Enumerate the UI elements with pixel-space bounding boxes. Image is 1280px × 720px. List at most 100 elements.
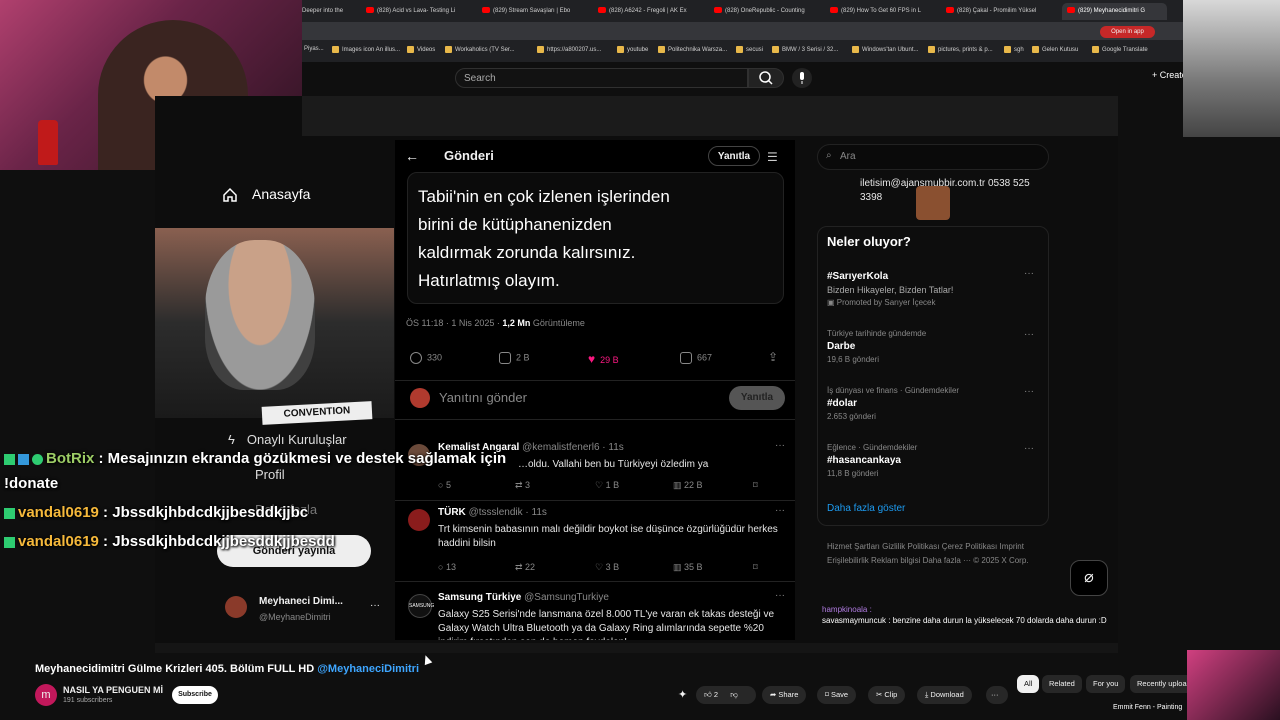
search-input[interactable]: Search: [455, 68, 748, 88]
moderator-badge-icon: [4, 453, 15, 465]
bookmark-icon: [680, 352, 692, 364]
sparkle-icon[interactable]: ✦: [678, 688, 687, 701]
like-count[interactable]: ♥ 29 B: [588, 352, 619, 366]
bookmark[interactable]: Google Translate: [1092, 46, 1148, 53]
chip-recently-uploaded[interactable]: Recently uploa: [1130, 675, 1194, 693]
reply-tweet[interactable]: TÜRK @tssslendik · 11s ··· Trt kimsenin …: [395, 505, 795, 582]
folder-icon: [332, 46, 339, 53]
folder-icon: [928, 46, 935, 53]
open-in-app-button[interactable]: Open in app: [1100, 26, 1155, 38]
search-icon: [759, 71, 773, 85]
reply-comment[interactable]: ○ 13: [438, 562, 456, 572]
browser-tab[interactable]: (828) OneRepublic - Counting: [714, 3, 824, 20]
bookmark[interactable]: Politechnika Warsza...: [658, 46, 727, 53]
youtube-icon: [366, 7, 374, 14]
download-button[interactable]: ⤓ Download: [917, 686, 972, 704]
bookmark-count[interactable]: 667: [680, 352, 712, 364]
reply-input[interactable]: Yanıtını gönder: [439, 390, 527, 405]
bookmark[interactable]: pictures, prints & p...: [928, 46, 993, 53]
bookmark[interactable]: Gelen Kutusu: [1032, 46, 1078, 53]
bookmark[interactable]: https://a800207.us...: [537, 46, 601, 53]
mic-icon: [800, 72, 804, 84]
sidebar-item-verified-orgs[interactable]: ϟ Onaylı Kuruluşlar: [228, 432, 347, 447]
stat-value: 35 B: [684, 562, 703, 572]
subscribe-button[interactable]: Subscribe: [172, 686, 218, 704]
sidebar-item-profile[interactable]: Profil: [255, 467, 285, 482]
more-actions-button[interactable]: ···: [986, 686, 1008, 704]
more-icon[interactable]: ···: [1024, 329, 1034, 340]
bookmark[interactable]: Workaholics (TV Ser...: [445, 46, 515, 53]
clip-button[interactable]: ✂ Clip: [868, 686, 906, 704]
bookmark[interactable]: youtube: [617, 46, 648, 53]
reply-button-top[interactable]: Yanıtla: [708, 146, 760, 166]
more-icon[interactable]: ···: [775, 505, 785, 516]
retweet-count[interactable]: 2 B: [499, 352, 530, 364]
x-footer-links[interactable]: Hizmet Şartları Gizlilik Politikası Çere…: [827, 540, 1037, 568]
bookmark[interactable]: BMW / 3 Serisi / 32...: [772, 46, 838, 53]
trend-item[interactable]: #SarıyerKola Bizden Hikayeler, Bizden Ta…: [827, 268, 1042, 307]
reply-count[interactable]: 330: [410, 352, 442, 364]
thumbs-down-icon: 👎︎: [730, 690, 738, 699]
bookmark-label: Google Translate: [1102, 47, 1148, 54]
x-search-input[interactable]: Ara: [817, 144, 1049, 170]
more-icon[interactable]: ···: [775, 590, 785, 601]
browser-tab[interactable]: (828) Çakal - Promilim Yüksel: [946, 3, 1056, 20]
bookmark[interactable]: Images icon An illus...: [332, 46, 400, 53]
trend-item[interactable]: Eğlence · Gündemdekiler #hasancankaya 11…: [827, 443, 1042, 478]
browser-tab[interactable]: (828) A6242 - Fregoli | AK Ex: [598, 3, 708, 20]
browser-tab[interactable]: (829) How To Get 60 FPS in L: [830, 3, 940, 20]
back-arrow-icon[interactable]: ←: [405, 148, 419, 164]
trend-name: #dolar: [827, 398, 858, 409]
share-button[interactable]: ➦ Share: [762, 686, 807, 704]
share-icon[interactable]: ⇪: [768, 350, 778, 364]
save-button[interactable]: ⌑ Save: [817, 686, 857, 704]
recommended-video-title[interactable]: Emmit Fenn - Painting: [1113, 704, 1182, 711]
show-more-link[interactable]: Daha fazla göster: [827, 503, 905, 514]
channel-avatar[interactable]: m: [35, 684, 57, 706]
trend-item[interactable]: İş dünyası ve finans · Gündemdekiler #do…: [827, 386, 1042, 421]
chip-all[interactable]: All: [1017, 675, 1040, 693]
bookmark-icon[interactable]: ⌑: [753, 562, 758, 573]
like-dislike-button[interactable]: 👍︎ 2 👎︎: [696, 686, 756, 704]
reply-like[interactable]: ♡ 3 B: [595, 562, 619, 573]
bookmark-icon[interactable]: ⌑: [753, 480, 758, 491]
channel-name[interactable]: NASIL YA PENGUEN Mİ: [63, 685, 163, 695]
bookmark[interactable]: Windows'tan Ubunt...: [852, 46, 919, 53]
trend-item[interactable]: Türkiye tarihinde gündemde Darbe 19,6 B …: [827, 329, 1042, 364]
sidebar-item-home[interactable]: Anasayfa: [222, 186, 310, 203]
folder-icon: [445, 46, 452, 53]
more-icon[interactable]: ···: [775, 440, 785, 451]
grok-icon[interactable]: ⌀: [1070, 560, 1108, 596]
chip-for-you[interactable]: For you: [1086, 675, 1126, 693]
bookmark[interactable]: Piyas...: [304, 46, 324, 52]
youtube-header: [302, 62, 1280, 96]
mic-button[interactable]: [792, 68, 812, 88]
reply-author: Samsung Türkiye @SamsungTurkiye: [438, 592, 609, 603]
portrait-photo: [1183, 0, 1280, 137]
settings-sliders-icon[interactable]: ☰: [767, 150, 778, 164]
reply-tweet[interactable]: SAMSUNG Samsung Türkiye @SamsungTurkiye …: [395, 590, 795, 640]
more-icon[interactable]: ···: [1024, 386, 1034, 397]
trend-count: 2.653 gönderi: [827, 412, 876, 421]
channel-mention-link[interactable]: @MeyhaneciDimitri: [317, 663, 419, 675]
chat-text: : Mesajınızın ekranda gözükmesi ve deste…: [94, 450, 507, 467]
more-icon[interactable]: ···: [1024, 268, 1034, 279]
reply-submit-button[interactable]: Yanıtla: [729, 386, 785, 410]
browser-tab[interactable]: (829) Stream Savaşları | Ebo: [482, 3, 592, 20]
browser-tab[interactable]: (828) Acid vs Lava- Testing Li: [366, 3, 476, 20]
search-button[interactable]: [748, 68, 784, 88]
more-icon[interactable]: ···: [1024, 443, 1034, 454]
create-button[interactable]: + Create: [1152, 70, 1187, 80]
reply-comment[interactable]: ○ 5: [438, 480, 451, 490]
reply-retweet[interactable]: ⇄ 3: [515, 480, 530, 491]
bottle-image: [38, 120, 58, 165]
bookmark[interactable]: Videos: [407, 46, 435, 53]
reply-retweet[interactable]: ⇄ 22: [515, 562, 535, 573]
trend-category: İş dünyası ve finans · Gündemdekiler: [827, 386, 960, 395]
browser-tab[interactable]: Deeper into the: [302, 3, 362, 20]
chip-related[interactable]: Related: [1042, 675, 1082, 693]
browser-tab-active[interactable]: (829) Meyhanecidimitri G: [1062, 3, 1167, 20]
bookmark[interactable]: secusi: [736, 46, 763, 53]
bookmark[interactable]: sgh: [1004, 46, 1024, 53]
reply-like[interactable]: ♡ 1 B: [595, 480, 619, 491]
